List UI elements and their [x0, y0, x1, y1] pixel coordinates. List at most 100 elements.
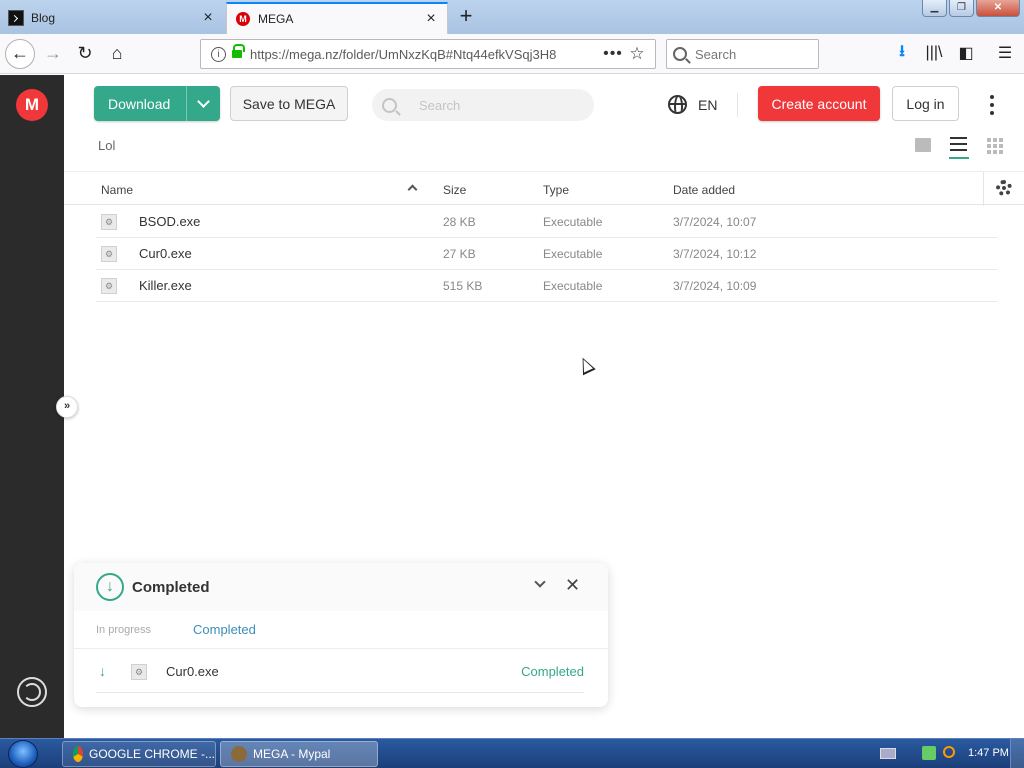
- browser-tab-blog[interactable]: Blog ×: [0, 2, 224, 34]
- transfer-panel-title: Completed: [132, 579, 210, 596]
- start-button[interactable]: [8, 740, 38, 768]
- download-label: Download: [108, 95, 171, 112]
- executable-file-icon: ⚙: [101, 214, 117, 230]
- tab-in-progress[interactable]: In progress: [96, 624, 151, 636]
- gear-icon[interactable]: [996, 180, 1012, 196]
- chevron-down-icon[interactable]: [534, 576, 546, 588]
- browser-search-input[interactable]: Search: [666, 39, 819, 69]
- tab-title: Blog: [31, 11, 56, 25]
- taskbar-item-label: MEGA - Mypal: [253, 747, 331, 761]
- column-type[interactable]: Type: [543, 183, 569, 197]
- globe-icon: [668, 95, 687, 114]
- login-button[interactable]: Log in: [892, 86, 959, 121]
- download-button[interactable]: Download: [94, 86, 220, 121]
- divider: [983, 172, 984, 206]
- table-row[interactable]: ⚙ BSOD.exe 28 KB Executable 3/7/2024, 10…: [96, 206, 997, 238]
- show-desktop-button[interactable]: [1010, 739, 1024, 768]
- list-view-icon[interactable]: [949, 135, 969, 159]
- table-row[interactable]: ⚙ Killer.exe 515 KB Executable 3/7/2024,…: [96, 270, 997, 302]
- thumbnail-view-icon[interactable]: [915, 138, 931, 152]
- terminal-icon: [8, 10, 24, 26]
- mypal-icon: [231, 746, 247, 762]
- mega-logo[interactable]: M: [16, 89, 48, 121]
- window-controls: ▁ ❐ ✕: [922, 0, 1020, 17]
- mega-main: Download Save to MEGA Search EN Create a…: [64, 75, 1024, 738]
- save-to-mega-button[interactable]: Save to MEGA: [230, 86, 348, 121]
- close-tab-icon[interactable]: ×: [423, 11, 439, 27]
- language-label: EN: [698, 96, 718, 113]
- mega-left-rail: M: [0, 75, 64, 738]
- column-size[interactable]: Size: [443, 183, 466, 197]
- browser-tab-strip: Blog × M MEGA × + ▁ ❐ ✕: [0, 0, 1024, 34]
- browser-tab-mega[interactable]: M MEGA ×: [226, 2, 448, 34]
- file-type: Executable: [543, 279, 603, 293]
- transfer-item[interactable]: ↓ ⚙ Cur0.exe Completed: [96, 659, 584, 693]
- page-actions-icon[interactable]: •••: [601, 45, 625, 63]
- file-size: 515 KB: [443, 279, 483, 293]
- column-date[interactable]: Date added: [673, 183, 735, 197]
- clock[interactable]: 1:47 PM: [968, 747, 1009, 759]
- home-button[interactable]: ⌂: [102, 39, 132, 69]
- tab-title: MEGA: [258, 12, 294, 26]
- taskbar-item-chrome[interactable]: GOOGLE CHROME -...: [62, 741, 216, 767]
- create-account-button[interactable]: Create account: [758, 86, 880, 121]
- mouse-cursor-icon: [576, 354, 596, 376]
- sync-icon[interactable]: [17, 677, 47, 707]
- bookmark-star-icon[interactable]: ☆: [625, 44, 649, 64]
- network-icon[interactable]: [922, 746, 936, 760]
- search-icon: [382, 97, 397, 113]
- browser-nav-bar: ← → ↻ ⌂ i https://mega.nz/folder/UmNxzKq…: [0, 34, 1024, 74]
- search-icon[interactable]: [943, 746, 955, 758]
- sort-ascending-icon[interactable]: [407, 184, 418, 195]
- divider: [737, 93, 738, 117]
- close-window-button[interactable]: ✕: [976, 0, 1020, 17]
- transfer-panel-header: ↓ Completed ✕: [74, 563, 608, 611]
- mega-icon: M: [236, 12, 250, 26]
- hamburger-menu-icon[interactable]: ☰: [994, 42, 1016, 64]
- executable-file-icon: ⚙: [131, 664, 147, 680]
- forward-button[interactable]: →: [38, 39, 68, 69]
- minimize-button[interactable]: ▁: [922, 0, 947, 17]
- file-date: 3/7/2024, 10:09: [673, 279, 757, 293]
- chevron-down-icon[interactable]: [186, 86, 220, 121]
- info-icon[interactable]: i: [211, 46, 226, 62]
- url-text[interactable]: https://mega.nz/folder/UmNxzKqB#Ntq44efk…: [250, 47, 601, 62]
- library-icon[interactable]: |||\: [923, 42, 945, 64]
- column-name[interactable]: Name: [101, 183, 133, 197]
- download-complete-icon: ↓: [96, 573, 124, 601]
- new-tab-button[interactable]: +: [455, 5, 477, 28]
- reload-button[interactable]: ↻: [70, 39, 100, 69]
- file-date: 3/7/2024, 10:12: [673, 247, 757, 261]
- address-bar[interactable]: i https://mega.nz/folder/UmNxzKqB#Ntq44e…: [200, 39, 656, 69]
- search-icon: [673, 47, 687, 61]
- file-name: Killer.exe: [139, 278, 192, 293]
- language-selector[interactable]: EN: [668, 95, 717, 114]
- grid-view-icon[interactable]: [987, 138, 1003, 154]
- taskbar-item-mypal[interactable]: MEGA - Mypal: [220, 741, 378, 767]
- tab-completed[interactable]: Completed: [193, 622, 256, 637]
- maximize-button[interactable]: ❐: [949, 0, 974, 17]
- mega-search-input[interactable]: Search: [372, 89, 594, 121]
- transfer-tabs: In progress Completed: [74, 611, 608, 649]
- downloads-icon[interactable]: ⭳: [891, 42, 913, 64]
- close-tab-icon[interactable]: ×: [200, 10, 216, 26]
- file-size: 27 KB: [443, 247, 476, 261]
- close-icon[interactable]: ✕: [565, 576, 580, 594]
- file-name: Cur0.exe: [139, 246, 192, 261]
- transfer-file-name: Cur0.exe: [166, 664, 219, 679]
- table-row[interactable]: ⚙ Cur0.exe 27 KB Executable 3/7/2024, 10…: [96, 238, 997, 270]
- back-button[interactable]: ←: [5, 38, 35, 69]
- keyboard-icon[interactable]: [880, 748, 896, 759]
- file-date: 3/7/2024, 10:07: [673, 215, 757, 229]
- transfer-panel: ↓ Completed ✕ In progress Completed ↓ ⚙ …: [74, 563, 608, 707]
- taskbar-item-label: GOOGLE CHROME -...: [88, 747, 215, 761]
- more-options-icon[interactable]: [985, 95, 999, 115]
- transfer-status: Completed: [521, 664, 584, 679]
- sidebar-icon[interactable]: ◧: [955, 42, 977, 64]
- expand-sidebar-toggle[interactable]: »: [56, 396, 78, 418]
- executable-file-icon: ⚙: [101, 278, 117, 294]
- chrome-icon: [73, 746, 83, 762]
- breadcrumb[interactable]: Lol: [98, 138, 115, 153]
- file-name: BSOD.exe: [139, 214, 201, 229]
- lock-icon: [232, 44, 245, 60]
